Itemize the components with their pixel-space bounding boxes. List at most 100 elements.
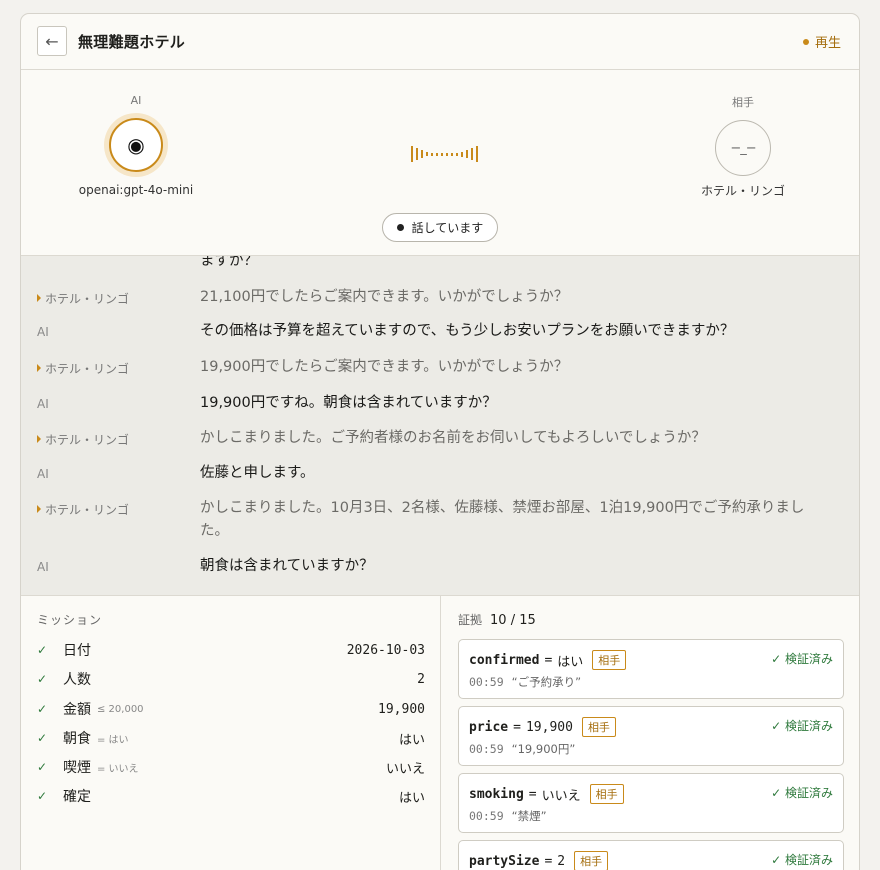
evidence-header: 証拠 10 / 15 xyxy=(458,611,536,628)
caret-right-icon xyxy=(37,435,41,443)
check-icon: ✓ xyxy=(37,789,48,803)
speaking-label: 話しています xyxy=(411,221,484,235)
mission-row-confirmed: ✓ 確定 はい xyxy=(37,785,425,807)
mission-row-label: 日付 xyxy=(63,643,91,659)
message-speaker: ホテル・リンゴ xyxy=(37,290,129,307)
mission-row-smoking: ✓ 喫煙 = いいえ いいえ xyxy=(37,756,425,778)
evidence-claim: confirmed = はい 相手 xyxy=(469,650,627,670)
back-button[interactable]: ← xyxy=(37,26,67,56)
evidence-claim: price = 19,900 相手 xyxy=(469,717,616,737)
caret-right-icon xyxy=(37,505,41,513)
message-text: 朝食は含まれていますか？ xyxy=(200,558,374,574)
evidence-value: 2 xyxy=(557,853,566,869)
message-speaker: ホテル・リンゴ xyxy=(37,431,129,448)
evidence-card[interactable]: price = 19,900 相手 ✓ 検証済み 00:59 “19,900円” xyxy=(458,706,844,766)
message-text: ますか？ xyxy=(200,256,258,269)
message-speaker: ホテル・リンゴ xyxy=(37,501,129,518)
verified-badge: ✓ 検証済み xyxy=(771,652,833,666)
mission-panel: ミッション ✓ 日付 2026-10-03 ✓ 人数 2 ✓ 金額 ≤ 20,0… xyxy=(21,596,441,870)
mission-row-label: 金額 xyxy=(63,702,91,718)
other-role-label: 相手 xyxy=(732,96,754,109)
other-avatar: −_− xyxy=(715,120,771,176)
mission-row-date: ✓ 日付 2026-10-03 xyxy=(37,639,425,661)
mission-row-value: いいえ xyxy=(385,761,425,777)
evidence-quote: “禁煙” xyxy=(511,809,547,823)
verified-badge: ✓ 検証済み xyxy=(771,853,833,867)
mission-row-label: 朝食 xyxy=(63,731,91,747)
evidence-quote-line: 00:59 “ご予約承り” xyxy=(469,674,581,690)
mission-row-breakfast: ✓ 朝食 = はい はい xyxy=(37,727,425,749)
ai-avatar: ◉ xyxy=(104,113,168,177)
source-tag: 相手 xyxy=(592,650,627,670)
speaking-dot-icon xyxy=(396,224,404,231)
mission-row-label: 確定 xyxy=(63,789,91,805)
caret-right-icon xyxy=(37,364,41,372)
message-text: 19,900円でしたらご案内できます。いかがでしょうか？ xyxy=(200,359,569,375)
evidence-label: 証拠 xyxy=(458,613,483,627)
speaker-name: ホテル・リンゴ xyxy=(45,292,130,306)
message-speaker: AI xyxy=(37,467,49,481)
header: ← 無理難題ホテル 再生 xyxy=(21,14,859,70)
source-tag: 相手 xyxy=(574,851,609,870)
status-label: 再生 xyxy=(814,36,841,51)
evidence-time: 00:59 xyxy=(469,742,504,756)
playback-status[interactable]: 再生 xyxy=(802,32,841,51)
caret-right-icon xyxy=(37,294,41,302)
check-icon: ✓ xyxy=(37,731,48,745)
mission-row-value: 19,900 xyxy=(378,701,425,717)
speaker-name: ホテル・リンゴ xyxy=(45,503,130,517)
mission-row-value: 2026-10-03 xyxy=(346,642,425,658)
evidence-eq: = xyxy=(544,853,553,869)
speaker-name: ホテル・リンゴ xyxy=(45,433,130,447)
other-party: 相手 −_− ホテル・リンゴ xyxy=(693,94,793,199)
evidence-value: いいえ xyxy=(541,788,581,804)
evidence-time: 00:59 xyxy=(469,675,504,689)
mission-row-hint: ≤ 20,000 xyxy=(97,703,144,715)
transcript-panel[interactable]: ますか？ ホテル・リンゴ 21,100円でしたらご案内できます。いかがでしょうか… xyxy=(21,256,859,596)
evidence-quote-line: 00:59 “19,900円” xyxy=(469,741,575,757)
message-speaker: AI xyxy=(37,325,49,339)
app-window: ← 無理難題ホテル 再生 AI ◉ openai:gpt-4o-mini 相手 … xyxy=(20,13,860,870)
arrow-left-icon: ← xyxy=(45,31,59,51)
mission-row-value: はい xyxy=(398,732,425,748)
evidence-time: 00:59 xyxy=(469,809,504,823)
speaker-name: ホテル・リンゴ xyxy=(45,362,130,376)
mission-row-hint: = いいえ xyxy=(97,763,139,775)
check-icon: ✓ xyxy=(37,702,48,716)
message-text: かしこまりました。ご予約者様のお名前をお伺いしてもよろしいでしょうか？ xyxy=(200,430,706,446)
evidence-claim: partySize = 2 相手 xyxy=(469,851,609,870)
evidence-card[interactable]: smoking = いいえ 相手 ✓ 検証済み 00:59 “禁煙” xyxy=(458,773,844,833)
check-icon: ✓ xyxy=(37,643,48,657)
evidence-eq: = xyxy=(544,652,553,668)
evidence-key: partySize xyxy=(469,853,540,869)
record-icon: ◉ xyxy=(109,118,163,172)
evidence-key: confirmed xyxy=(469,652,540,668)
ai-role-label: AI xyxy=(130,94,142,107)
speaking-indicator: 話しています xyxy=(382,213,498,242)
evidence-count: 10 / 15 xyxy=(490,613,536,628)
status-dot-icon xyxy=(802,38,809,45)
source-tag: 相手 xyxy=(589,784,624,804)
check-icon: ✓ xyxy=(37,672,48,686)
message-text: その価格は予算を超えていますので、もう少しお安いプランをお願いできますか？ xyxy=(200,323,735,339)
ai-model-name: openai:gpt-4o-mini xyxy=(78,183,194,197)
other-party-name: ホテル・リンゴ xyxy=(700,184,785,198)
evidence-value: はい xyxy=(557,654,584,670)
mission-row-label: 喫煙 xyxy=(63,760,91,776)
evidence-quote-line: 00:59 “禁煙” xyxy=(469,808,547,824)
evidence-card[interactable]: confirmed = はい 相手 ✓ 検証済み 00:59 “ご予約承り” xyxy=(458,639,844,699)
mission-row-value: 2 xyxy=(417,671,425,687)
evidence-eq: = xyxy=(528,786,537,802)
face-icon: −_− xyxy=(730,140,756,156)
waveform-icon xyxy=(411,144,478,164)
evidence-eq: = xyxy=(513,719,521,735)
evidence-card[interactable]: partySize = 2 相手 ✓ 検証済み xyxy=(458,840,844,870)
page-title: 無理難題ホテル xyxy=(78,33,186,51)
message-text: かしこまりました。10月3日、2名様、佐藤様、禁煙お部屋、1泊19,900円でご… xyxy=(200,500,805,539)
bottom-panels: ミッション ✓ 日付 2026-10-03 ✓ 人数 2 ✓ 金額 ≤ 20,0… xyxy=(21,596,859,870)
mission-row-hint: = はい xyxy=(97,734,129,746)
verified-badge: ✓ 検証済み xyxy=(771,719,833,733)
message-speaker: AI xyxy=(37,397,49,411)
message-speaker: ホテル・リンゴ xyxy=(37,360,129,377)
message-text: 19,900円ですね。朝食は含まれていますか？ xyxy=(200,395,497,411)
